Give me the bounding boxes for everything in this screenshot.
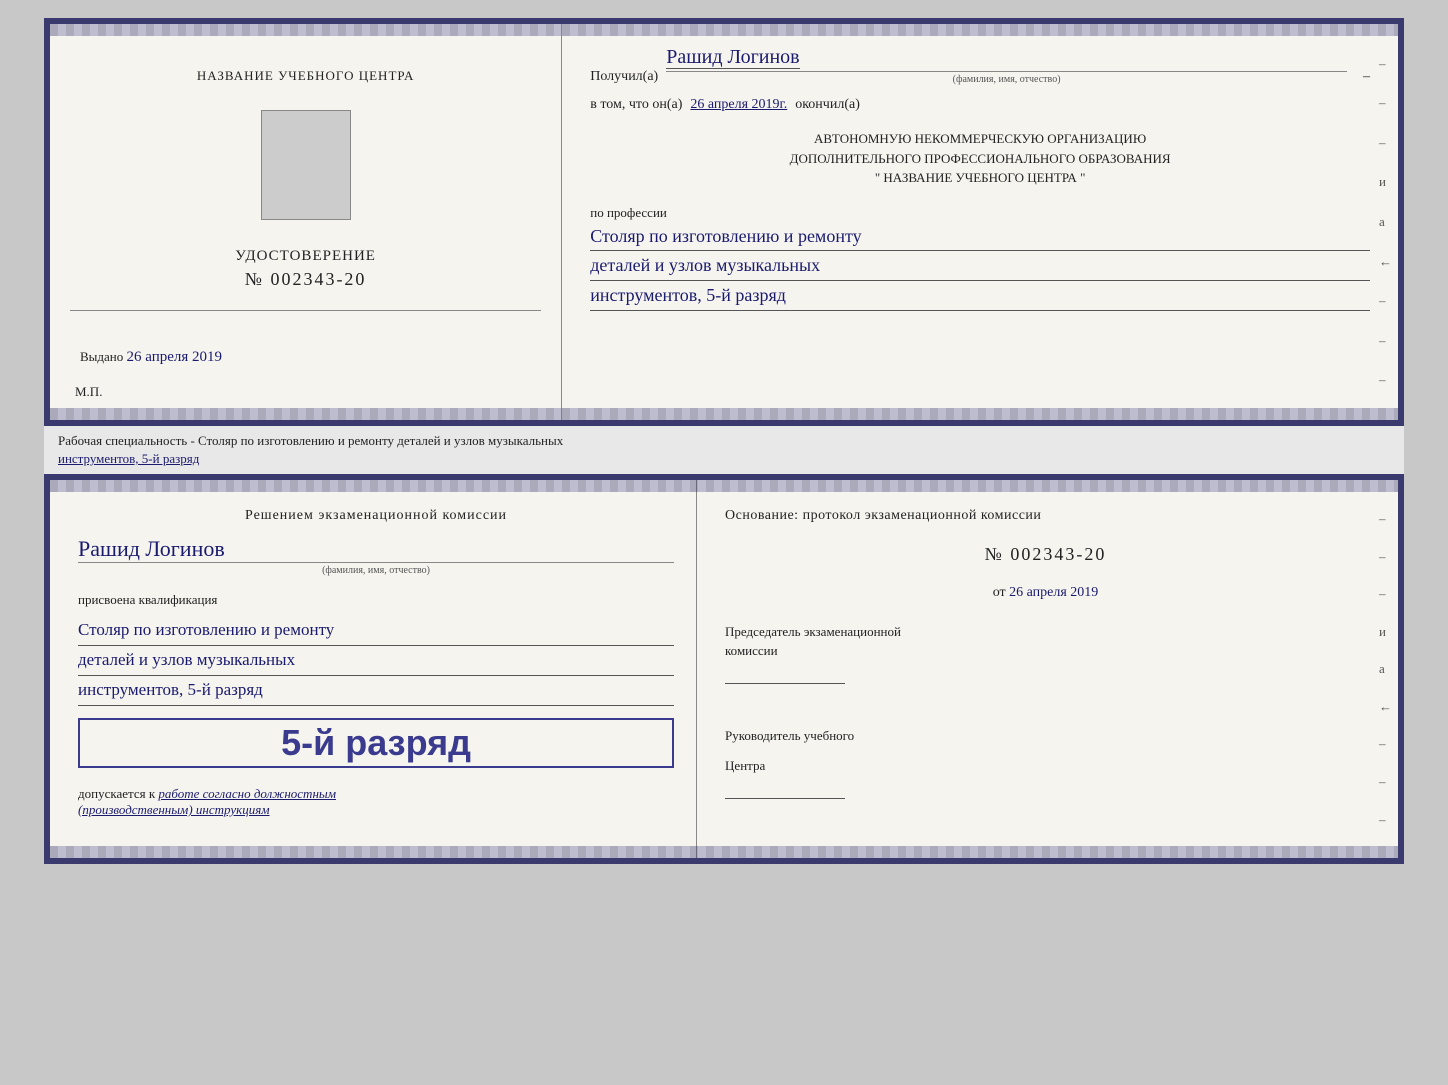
institution-line1: АВТОНОМНУЮ НЕКОММЕРЧЕСКУЮ ОРГАНИЗАЦИЮ bbox=[590, 129, 1370, 149]
chairman-label2: комиссии bbox=[725, 642, 1366, 660]
profession-section: по профессии Столяр по изготовлению и ре… bbox=[590, 204, 1370, 311]
допускается-prefix: допускается к bbox=[78, 786, 155, 801]
rank-box: 5-й разряд bbox=[78, 718, 674, 768]
top-certificate: НАЗВАНИЕ УЧЕБНОГО ЦЕНТРА УДОСТОВЕРЕНИЕ №… bbox=[44, 18, 1404, 426]
protocol-num-value: 002343-20 bbox=[1010, 544, 1106, 564]
document-container: НАЗВАНИЕ УЧЕБНОГО ЦЕНТРА УДОСТОВЕРЕНИЕ №… bbox=[44, 18, 1404, 864]
cert-label: УДОСТОВЕРЕНИЕ bbox=[235, 248, 376, 265]
qual-line2: деталей и узлов музыкальных bbox=[78, 646, 674, 676]
institution-line3: " НАЗВАНИЕ УЧЕБНОГО ЦЕНТРА " bbox=[590, 168, 1370, 188]
fio-sublabel: (фамилия, имя, отчество) bbox=[666, 71, 1347, 85]
cert-center-name: НАЗВАНИЕ УЧЕБНОГО ЦЕНТРА bbox=[197, 68, 414, 84]
institution-block: АВТОНОМНУЮ НЕКОММЕРЧЕСКУЮ ОРГАНИЗАЦИЮ ДО… bbox=[590, 129, 1370, 188]
issued-line: Выдано 26 апреля 2019 bbox=[70, 349, 541, 366]
separator bbox=[70, 310, 541, 311]
profession-line1: Столяр по изготовлению и ремонту bbox=[590, 222, 1370, 252]
head-label1: Руководитель учебного bbox=[725, 727, 1366, 745]
recipient-prefix: Получил(а) bbox=[590, 69, 658, 85]
bottom-left-panel: Решением экзаменационной комиссии Рашид … bbox=[50, 480, 697, 858]
profession-label: по профессии bbox=[590, 205, 667, 220]
head-signature bbox=[725, 783, 845, 799]
head-block: Руководитель учебного Центра bbox=[725, 715, 1366, 804]
protocol-prefix: № bbox=[985, 544, 1004, 564]
rank-text: 5-й разряд bbox=[90, 722, 662, 764]
profession-line2: деталей и узлов музыкальных bbox=[590, 251, 1370, 281]
institution-line2: ДОПОЛНИТЕЛЬНОГО ПРОФЕССИОНАЛЬНОГО ОБРАЗО… bbox=[590, 149, 1370, 169]
right-dashes: – – – и а ← – – – bbox=[1379, 24, 1392, 420]
bottom-right-dashes: – – – и а ← – – – bbox=[1379, 480, 1392, 858]
protocol-date: от 26 апреля 2019 bbox=[725, 585, 1366, 601]
profession-line3: инструментов, 5-й разряд bbox=[590, 281, 1370, 311]
dash: – bbox=[1363, 69, 1370, 85]
middle-label-bar: Рабочая специальность - Столяр по изгото… bbox=[44, 426, 1404, 474]
qualification-section: Столяр по изготовлению и ремонту деталей… bbox=[78, 616, 674, 706]
допускается-value: работе согласно должностным bbox=[158, 786, 336, 801]
middle-text-prefix: Рабочая специальность - Столяр по изгото… bbox=[58, 433, 563, 448]
chairman-label1: Председатель экзаменационной bbox=[725, 623, 1366, 641]
protocol-date-value: 26 апреля 2019 bbox=[1009, 585, 1098, 600]
completed-label: окончил(а) bbox=[795, 97, 860, 113]
protocol-number: № 002343-20 bbox=[725, 544, 1366, 565]
issued-date: 26 апреля 2019 bbox=[127, 349, 223, 365]
cert-left-panel: НАЗВАНИЕ УЧЕБНОГО ЦЕНТРА УДОСТОВЕРЕНИЕ №… bbox=[50, 24, 562, 420]
head-label2: Центра bbox=[725, 757, 1366, 775]
bottom-person-block: Рашид Логинов (фамилия, имя, отчество) bbox=[78, 532, 674, 576]
bottom-certificate: Решением экзаменационной комиссии Рашид … bbox=[44, 474, 1404, 864]
mp-label: М.П. bbox=[70, 384, 102, 400]
qual-line3: инструментов, 5-й разряд bbox=[78, 676, 674, 706]
date-line: в том, что он(а) 26 апреля 2019г. окончи… bbox=[590, 97, 1370, 113]
osnov-text: Основание: протокол экзаменационной коми… bbox=[725, 508, 1366, 524]
qualification-label: присвоена квалификация bbox=[78, 592, 674, 608]
date-from-prefix: от bbox=[993, 585, 1006, 600]
recipient-line: Получил(а) Рашид Логинов (фамилия, имя, … bbox=[590, 46, 1370, 85]
chairman-signature bbox=[725, 668, 845, 684]
bottom-fio-sub: (фамилия, имя, отчество) bbox=[78, 562, 674, 576]
issued-prefix: Выдано bbox=[80, 349, 123, 364]
bottom-right-panel: Основание: протокол экзаменационной коми… bbox=[697, 480, 1398, 858]
decision-text: Решением экзаменационной комиссии bbox=[78, 508, 674, 524]
recipient-name: Рашид Логинов bbox=[666, 46, 799, 69]
chairman-block: Председатель экзаменационной комиссии bbox=[725, 623, 1366, 688]
допускается-line: допускается к работе согласно должностны… bbox=[78, 786, 674, 818]
допускается-cont: (производственным) инструкциям bbox=[78, 802, 270, 817]
bottom-person-name: Рашид Логинов bbox=[78, 536, 674, 562]
date-value: 26 апреля 2019г. bbox=[690, 97, 787, 113]
qual-line1: Столяр по изготовлению и ремонту bbox=[78, 616, 674, 646]
date-prefix: в том, что он(а) bbox=[590, 97, 682, 113]
cert-right-panel: Получил(а) Рашид Логинов (фамилия, имя, … bbox=[562, 24, 1398, 420]
cert-number: № 002343-20 bbox=[235, 269, 376, 290]
middle-text-underlined: инструментов, 5-й разряд bbox=[58, 451, 199, 466]
photo-area bbox=[261, 110, 351, 220]
cert-title-block: УДОСТОВЕРЕНИЕ № 002343-20 bbox=[235, 248, 376, 290]
